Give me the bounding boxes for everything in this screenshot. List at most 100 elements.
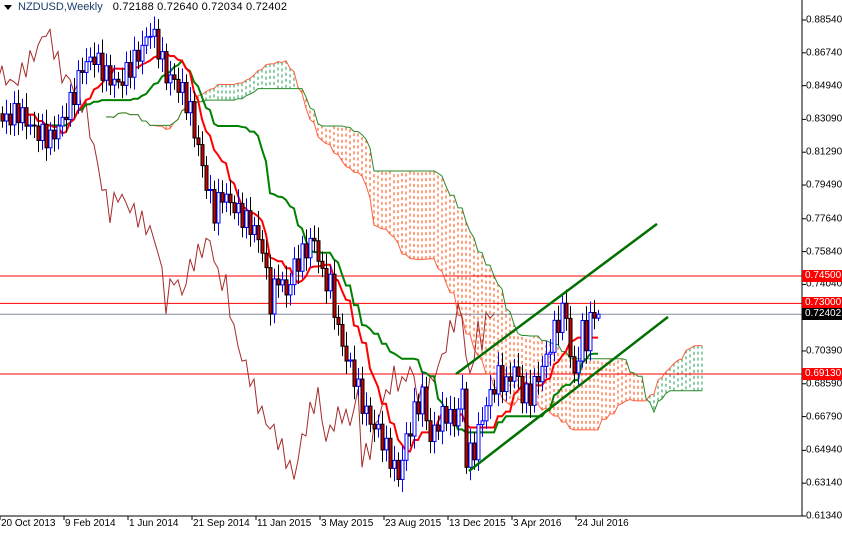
- bear-candle: [428, 420, 433, 443]
- bull-candle: [68, 91, 73, 121]
- bull-candle: [512, 366, 517, 382]
- bear-candle: [156, 28, 161, 60]
- bear-candle: [0, 113, 5, 122]
- price-tick-label: 0.61340: [806, 510, 842, 522]
- bull-candle: [496, 365, 501, 395]
- bull-candle: [188, 101, 193, 114]
- bear-candle: [500, 365, 505, 393]
- bull-candle: [132, 49, 137, 78]
- bull-candle: [448, 408, 453, 424]
- bear-candle: [444, 405, 449, 424]
- time-tick-label: 1 Jun 2014: [129, 518, 179, 529]
- bull-candle: [4, 113, 9, 122]
- price-tick-label: 0.66790: [806, 411, 842, 423]
- bull-candle: [28, 124, 33, 127]
- bull-candle: [456, 408, 461, 427]
- bull-candle: [56, 125, 61, 140]
- bear-candle: [324, 267, 329, 292]
- dropdown-triangle-icon[interactable]: [4, 4, 12, 10]
- bull-candle: [404, 433, 409, 461]
- bull-candle: [308, 237, 313, 259]
- trendlines[interactable]: [455, 222, 669, 472]
- bull-candle: [272, 278, 277, 315]
- bear-candle: [212, 188, 217, 224]
- bear-candle: [464, 388, 469, 468]
- bull-candle: [460, 388, 465, 410]
- bull-candle: [328, 273, 333, 292]
- bull-candle: [488, 389, 493, 407]
- bull-candle: [152, 28, 157, 37]
- bull-candle: [476, 424, 481, 461]
- bull-candle: [112, 78, 117, 86]
- bull-candle: [148, 35, 153, 38]
- bull-candle: [20, 107, 25, 124]
- bull-candle: [244, 210, 249, 228]
- bear-candle: [472, 442, 477, 461]
- bear-candle: [176, 78, 181, 93]
- bull-candle: [560, 302, 565, 333]
- bear-candle: [116, 78, 121, 83]
- bull-candle: [180, 82, 185, 93]
- bear-candle: [164, 51, 169, 84]
- bull-candle: [484, 405, 489, 422]
- bear-candle: [584, 320, 589, 352]
- bear-candle: [360, 378, 365, 414]
- time-tick-label: 20 Oct 2013: [1, 518, 56, 529]
- bear-candle: [568, 317, 573, 358]
- bear-candle: [192, 101, 197, 139]
- bear-candle: [64, 116, 69, 121]
- time-tick-label: 13 Dec 2015: [449, 518, 506, 529]
- price-tick-label: 0.88540: [806, 14, 842, 26]
- bull-candle: [524, 383, 529, 404]
- bear-candle: [368, 405, 373, 425]
- level-price-tag: 0.72402: [802, 308, 842, 321]
- bull-candle: [12, 103, 17, 126]
- bear-candle: [352, 359, 357, 387]
- bear-candle: [340, 323, 345, 347]
- bull-candle: [480, 420, 485, 426]
- bull-candle: [300, 243, 305, 272]
- bull-candle: [76, 70, 81, 106]
- bear-candle: [260, 239, 265, 254]
- ichimoku-lines: [0, 27, 702, 480]
- bear-candle: [572, 356, 577, 374]
- bear-candle: [312, 237, 317, 242]
- bull-candle: [432, 424, 437, 443]
- bear-candle: [220, 192, 225, 203]
- symbol-timeframe: NZDUSD,Weekly: [18, 1, 103, 13]
- bear-candle: [564, 302, 569, 319]
- bear-candle: [136, 49, 141, 62]
- bear-candle: [184, 82, 189, 114]
- bull-candle: [252, 225, 257, 235]
- bull-candle: [96, 52, 101, 66]
- time-tick-label: 9 Feb 2014: [65, 518, 116, 529]
- bear-candle: [36, 125, 41, 142]
- bear-candle: [200, 144, 205, 167]
- bull-candle: [48, 129, 53, 149]
- bull-candle: [412, 401, 417, 437]
- bear-candle: [120, 81, 125, 86]
- bear-candle: [508, 376, 513, 382]
- price-chart[interactable]: [0, 0, 842, 534]
- bear-candle: [268, 267, 273, 315]
- bear-candle: [536, 375, 541, 383]
- bull-candle: [140, 44, 145, 62]
- bear-candle: [296, 258, 301, 272]
- bear-candle: [320, 260, 325, 269]
- bear-candle: [436, 424, 441, 432]
- price-tick-label: 0.77640: [806, 213, 842, 225]
- bull-candle: [236, 202, 241, 214]
- time-tick-label: 21 Sep 2014: [193, 518, 250, 529]
- bear-candle: [228, 193, 233, 204]
- chart-header: NZDUSD,Weekly 0.72188 0.72640 0.72034 0.…: [4, 1, 287, 13]
- bull-candle: [576, 360, 581, 374]
- price-tick-label: 0.75840: [806, 246, 842, 258]
- price-tick-label: 0.79490: [806, 179, 842, 191]
- bear-candle: [304, 243, 309, 259]
- bull-candle: [580, 320, 585, 362]
- bear-candle: [232, 202, 237, 214]
- bull-candle: [160, 51, 165, 60]
- time-tick-label: 23 Aug 2015: [385, 518, 442, 529]
- bull-candle: [548, 351, 553, 355]
- bear-candle: [172, 74, 177, 80]
